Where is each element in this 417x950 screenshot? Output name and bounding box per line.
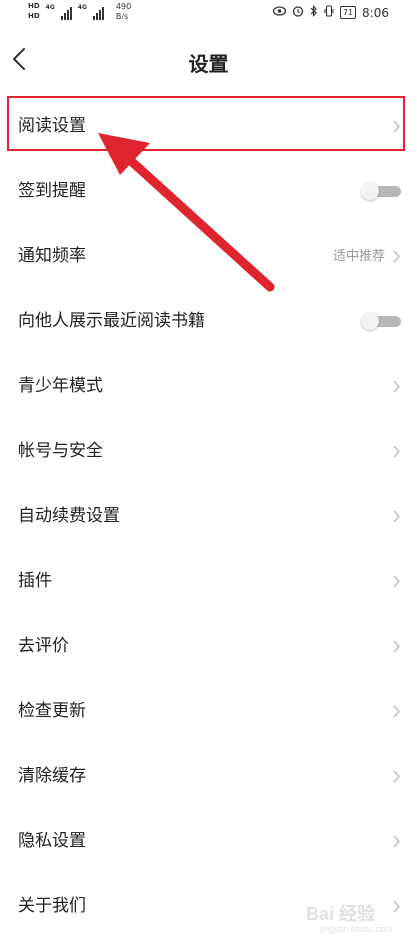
status-bar: HD HD 4G 4G 490 B/s 71 8:06 [0, 0, 417, 26]
settings-row[interactable]: 通知频率 适中推荐 [0, 224, 417, 289]
signal-icon [60, 6, 72, 20]
chevron-right-icon [393, 705, 400, 718]
network-type-2: 4G [77, 4, 87, 11]
settings-row[interactable]: 清除缓存 [0, 744, 417, 809]
settings-row[interactable]: 隐私设置 [0, 809, 417, 874]
chevron-right-icon [393, 640, 400, 653]
chevron-right-icon [393, 510, 400, 523]
speed-value: 490 [115, 2, 132, 11]
toggle-knob [361, 312, 379, 330]
settings-row-label: 检查更新 [18, 701, 86, 721]
settings-row-label: 隐私设置 [18, 831, 86, 851]
toggle-switch[interactable] [361, 312, 401, 330]
settings-row[interactable]: 帐号与安全 [0, 419, 417, 484]
chevron-right-icon [393, 445, 400, 458]
settings-row[interactable]: 签到提醒 [0, 159, 417, 224]
settings-row[interactable]: 去评价 [0, 614, 417, 679]
eye-icon [272, 6, 287, 19]
bluetooth-icon [310, 5, 318, 20]
network-speed: 490 B/s [116, 2, 131, 22]
chevron-right-icon [393, 835, 400, 848]
settings-row[interactable]: 检查更新 [0, 679, 417, 744]
settings-row[interactable]: 向他人展示最近阅读书籍 [0, 289, 417, 354]
chevron-right-icon [393, 770, 400, 783]
settings-row-label: 关于我们 [18, 896, 86, 916]
chevron-right-icon [393, 250, 400, 263]
chevron-right-icon [393, 575, 400, 588]
settings-row-label: 自动续费设置 [18, 506, 120, 526]
settings-row[interactable]: 自动续费设置 [0, 484, 417, 549]
settings-row[interactable]: 阅读设置 [0, 94, 417, 159]
settings-row-label: 插件 [18, 571, 52, 591]
settings-list: 阅读设置签到提醒通知频率 适中推荐向他人展示最近阅读书籍 青少年模式帐号与安全自动续… [0, 94, 417, 939]
clock: 8:06 [362, 5, 389, 20]
chevron-right-icon [393, 900, 400, 913]
network-type-1: 4G [45, 4, 55, 11]
status-left: HD HD 4G 4G 490 B/s [28, 2, 131, 22]
alarm-icon [292, 5, 304, 20]
settings-row-value: 适中推荐 [332, 249, 385, 264]
settings-row-label: 去评价 [18, 636, 69, 656]
chevron-right-icon [393, 120, 400, 133]
settings-row-label: 青少年模式 [18, 376, 103, 396]
settings-row-label: 通知频率 [18, 246, 86, 266]
settings-row[interactable]: 青少年模式 [0, 354, 417, 419]
settings-row-label: 清除缓存 [18, 766, 86, 786]
speed-unit: B/s [115, 12, 129, 21]
toggle-switch[interactable] [361, 182, 401, 200]
toggle-knob [361, 182, 379, 200]
battery-indicator: 71 [339, 6, 357, 19]
hd-badge-2: HD [28, 12, 40, 20]
status-right: 71 8:06 [272, 5, 389, 20]
chevron-right-icon [393, 380, 400, 393]
header: 设置 [0, 26, 417, 94]
signal-icon [92, 6, 104, 20]
settings-row[interactable]: 插件 [0, 549, 417, 614]
settings-row-label: 阅读设置 [18, 116, 86, 136]
hd-badge-1: HD [28, 2, 40, 10]
settings-row[interactable]: 关于我们 [0, 874, 417, 939]
settings-row-label: 向他人展示最近阅读书籍 [18, 311, 205, 331]
settings-row-label: 帐号与安全 [18, 441, 103, 461]
page-title: 设置 [188, 52, 229, 76]
hd-badges: HD HD [28, 2, 40, 21]
vibrate-icon [324, 5, 334, 20]
settings-row-label: 签到提醒 [18, 181, 86, 201]
